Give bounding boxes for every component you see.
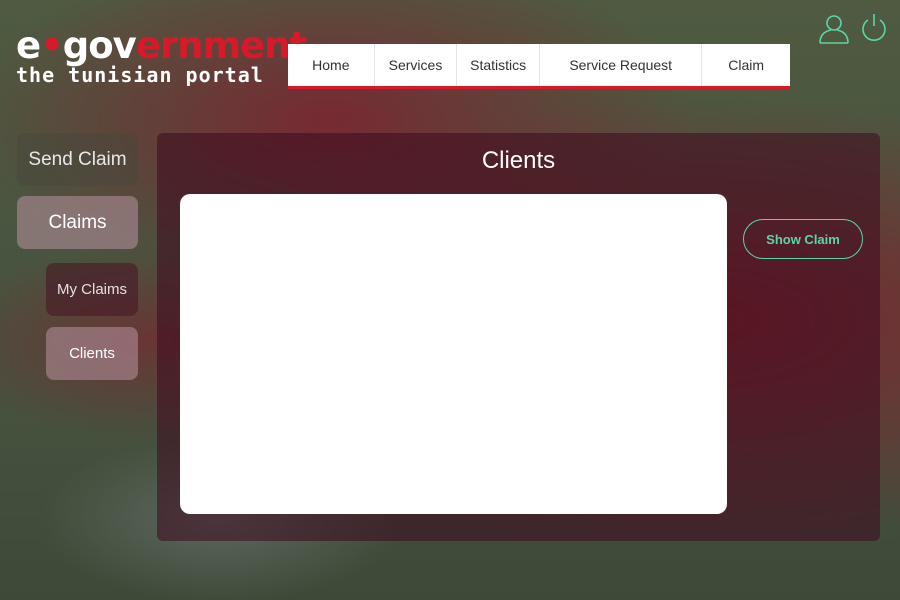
nav-home[interactable]: Home (288, 44, 375, 86)
user-icon[interactable] (818, 12, 850, 44)
nav-service-request[interactable]: Service Request (540, 44, 703, 86)
send-claim-button[interactable]: Send Claim (17, 133, 138, 186)
my-claims-button[interactable]: My Claims (46, 263, 138, 316)
logo-gov: gov (62, 24, 137, 67)
nav-statistics[interactable]: Statistics (457, 44, 540, 86)
clients-panel: Clients Show Claim (157, 133, 880, 541)
top-navigation: Home Services Statistics Service Request… (288, 44, 790, 89)
logo-title: e•government (16, 24, 307, 67)
page-title: Clients (481, 147, 556, 174)
nav-claim[interactable]: Claim (702, 44, 790, 86)
logo-e: e (16, 24, 41, 67)
logo-ernment: ernment (135, 24, 307, 67)
nav-services[interactable]: Services (375, 44, 458, 86)
power-icon[interactable] (858, 12, 890, 44)
claims-button[interactable]: Claims (17, 196, 138, 249)
clients-button[interactable]: Clients (46, 327, 138, 380)
egovernment-logo[interactable]: e•government the tunisian portal (16, 24, 307, 88)
logo-dot: • (40, 24, 64, 67)
clients-list-box[interactable] (180, 194, 727, 514)
logo-subtitle: the tunisian portal (16, 63, 264, 87)
show-claim-button[interactable]: Show Claim (743, 219, 863, 259)
